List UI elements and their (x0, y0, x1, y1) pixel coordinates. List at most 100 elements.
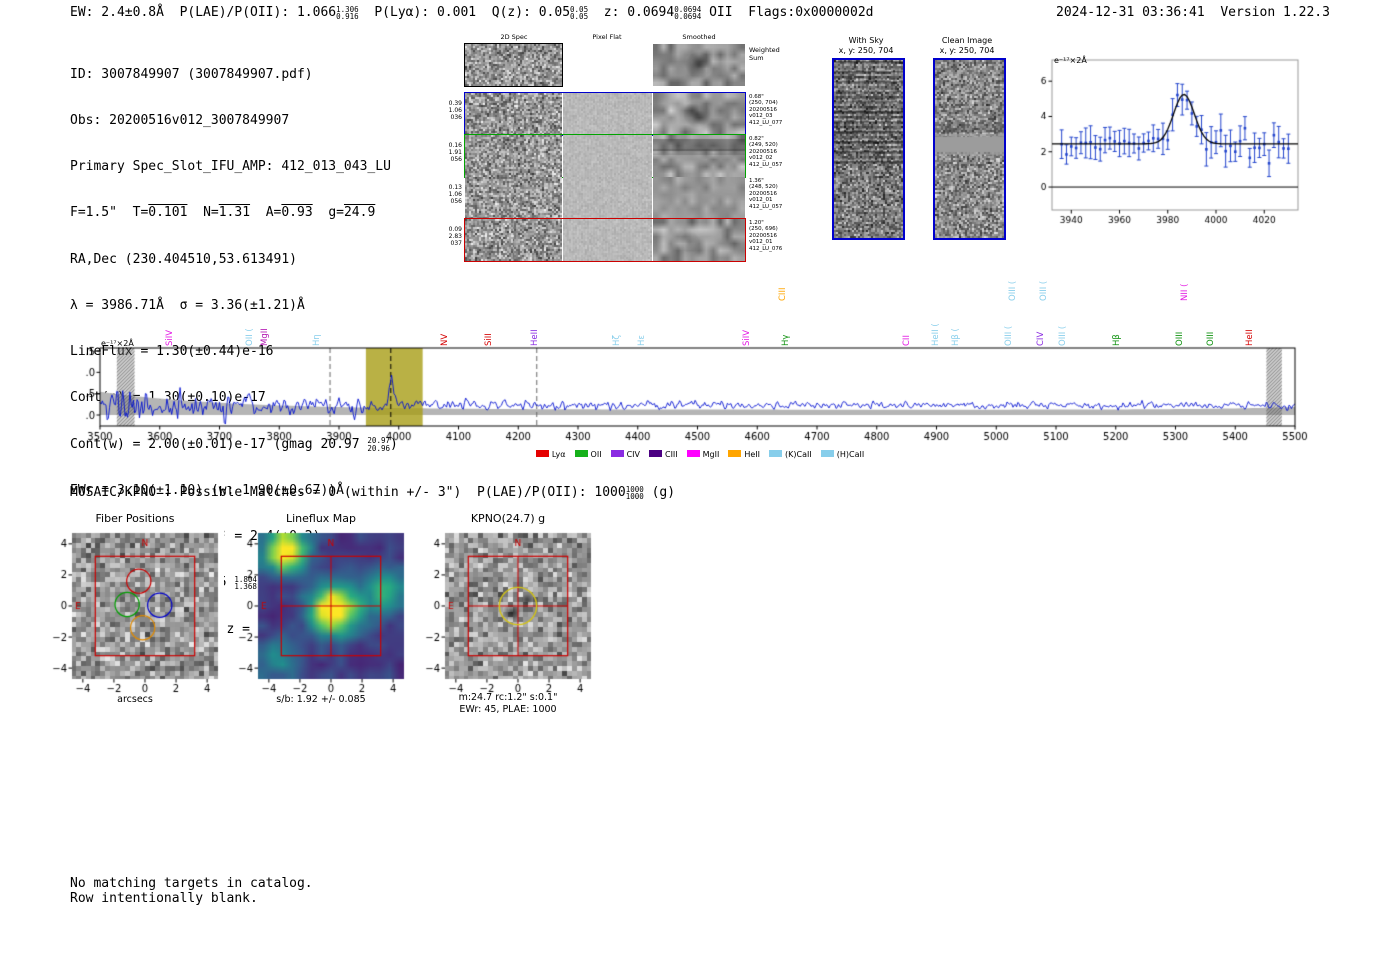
kpno-caption-2: EWr: 45, PLAE: 1000 (459, 704, 557, 715)
full-spectrum-plot (85, 338, 1325, 452)
with-sky-xy: x, y: 250, 704 (838, 46, 894, 55)
plae-lo: 0.916 (336, 12, 359, 21)
cutout-row-left-label: 0.16 1.91 056 (448, 142, 462, 163)
legend-label: (H)CaII (836, 450, 865, 459)
smoothed-fiber-image (653, 177, 745, 219)
legend-swatch (648, 450, 662, 457)
legend-label: OII (590, 450, 602, 459)
legend-label: CIII (664, 450, 678, 459)
a-label: A= (250, 205, 282, 221)
mosaic-lo: 1000 (625, 492, 644, 501)
legend-item: (H)CaII (820, 450, 865, 459)
legend-item: (K)CaII (769, 450, 812, 459)
plae-poii-range: 1.306 0.916 (336, 5, 359, 21)
mosaic-matches-line: MOSAIC/KPNO : Possible Matches = 0 (with… (70, 485, 675, 501)
legend-label: (K)CaII (785, 450, 812, 459)
legend-item: Lyα (535, 450, 566, 459)
cutout-row-right-label: 0.68" (250, 704) 20200516 v012_03 412_LU… (749, 94, 783, 126)
n-label: N= (187, 205, 219, 221)
lineflux-map-image (232, 528, 410, 696)
clean-image-xy: x, y: 250, 704 (939, 46, 995, 55)
kpno-title: KPNO(24.7) g (470, 512, 546, 525)
legend-item: OII (574, 450, 602, 459)
summary-line: EW: 2.4±0.8Å P(LAE)/P(OII): 1.066 1.306 0.… (70, 5, 873, 21)
a-value: 0.93 (281, 205, 313, 221)
flags-text: OII Flags:0x0000002d (701, 5, 874, 20)
t-value: 0.101 (148, 205, 188, 221)
cutout-row-left-label: 0.09 2.83 037 (448, 226, 462, 247)
info-obs-line: Obs: 20200516v012_3007849907 (70, 113, 290, 129)
footer-line-1: No matching targets in catalog. (70, 876, 313, 891)
cutout-row-right-label: 1.36" (248, 520) 20200516 v012_01 412_LU… (749, 178, 783, 210)
pixel-flat-image (563, 177, 652, 219)
spectrum-unit-label: e⁻¹⁷×2Å (101, 339, 134, 348)
cutout-row-left-label: 0.13 1.06 056 (448, 184, 462, 205)
with-sky-title: With Sky (848, 36, 884, 45)
cutout-row-border (464, 92, 746, 136)
plae-poii-text: P(LAE)/P(OII): 1.066 (179, 5, 337, 20)
emission-line-label: OIII ( (1007, 280, 1018, 301)
fiber-positions-title: Fiber Positions (95, 512, 175, 525)
info-lambda-line: λ = 3986.71Å σ = 3.36(±1.21)Å (70, 297, 305, 313)
col-title-smoothed: Smoothed (682, 33, 716, 41)
legend-item: CIV (610, 450, 640, 459)
lineflux-map-title: Lineflux Map (285, 512, 357, 525)
legend-label: HeII (744, 450, 761, 459)
smoothed-weighted-image (653, 44, 745, 86)
2dspec-weighted-border (464, 43, 563, 87)
g-value: 24.9 (343, 205, 376, 221)
legend-swatch (728, 450, 742, 457)
fiber-positions-xlabel: arcsecs (117, 694, 153, 705)
mosaic-text: MOSAIC/KPNO : Possible Matches = 0 (with… (70, 485, 626, 500)
kpno-image (419, 528, 597, 696)
legend-item: MgII (686, 450, 720, 459)
z-lo: 0.0694 (674, 12, 702, 21)
col-title-2dspec: 2D Spec (500, 33, 528, 41)
timestamp-version: 2024-12-31 03:36:41 Version 1.22.3 (1056, 5, 1330, 20)
legend-label: CIV (626, 450, 640, 459)
cutout-row-border (464, 134, 746, 178)
g-label: g= (312, 205, 344, 221)
col-title-pixelflat: Pixel Flat (592, 33, 622, 41)
ew-text: EW: 2.4±0.8Å (70, 5, 180, 20)
n-value: 1.31 (218, 205, 251, 221)
emission-line-label: OIII ( (1038, 280, 1049, 301)
emission-line-label: NII ( (1179, 283, 1190, 301)
legend-swatch (686, 450, 700, 457)
elixer-report: EW: 2.4±0.8Å P(LAE)/P(OII): 1.066 1.306 0.… (0, 0, 1400, 953)
f-label: F=1.5" T= (70, 205, 149, 221)
cutout-row-right-label: 0.82" (249, 520) 20200516 v012_02 412_LU… (749, 136, 783, 168)
legend-swatch (574, 450, 588, 457)
with-sky-image (832, 58, 905, 240)
info-id-line: ID: 3007849907 (3007849907.pdf) (70, 66, 313, 82)
plya-qz-text: P(Lyα): 0.001 Q(z): 0.05 (358, 5, 571, 20)
weighted-sum-label: Weighted Sum (749, 46, 780, 62)
zoom-unit-label: e⁻¹⁷×2Å (1054, 56, 1087, 65)
emission-line-label: CIII (778, 287, 789, 301)
legend-label: MgII (702, 450, 720, 459)
kpno-caption-1: m:24.7 rc:1.2" s:0.1" (458, 692, 558, 703)
footer-line-2: Row intentionally blank. (70, 891, 258, 906)
legend-swatch (610, 450, 624, 457)
zoomed-line-plot (1022, 48, 1308, 234)
info-radec-line: RA,Dec (230.404510,53.613491) (70, 251, 297, 267)
qz-range: 0.05 0.05 (570, 5, 589, 21)
z-range: 0.0694 0.0694 (674, 5, 702, 21)
clean-image (933, 58, 1006, 240)
legend-label: Lyα (551, 450, 566, 459)
z-text: z: 0.0694 (588, 5, 675, 20)
info-primary-line: Primary Spec_Slot_IFU_AMP: 412_013_043_L… (70, 159, 391, 175)
legend-swatch (769, 450, 783, 457)
cutout-row-left-label: 0.39 1.06 036 (448, 100, 462, 121)
mosaic-suffix: (g) (643, 485, 676, 500)
info-seeing-line: F=1.5" T=0.101 N=1.31 A=0.93 g=24.9 (70, 205, 398, 220)
cutout-row-right-label: 1.20" (250, 696) 20200516 v012_01 412_LU… (749, 220, 783, 252)
fiber-positions-image (46, 528, 224, 696)
qz-lo: 0.05 (570, 12, 589, 21)
cutout-row-border (464, 218, 746, 262)
2dspec-fiber-image (465, 177, 562, 219)
legend-item: HeII (728, 450, 760, 459)
clean-image-title: Clean Image (941, 36, 993, 45)
spectrum-legend: Lyα OII CIV CIII MgII HeII (K)CaII (H)CaII (400, 450, 1000, 459)
legend-swatch (535, 450, 549, 457)
